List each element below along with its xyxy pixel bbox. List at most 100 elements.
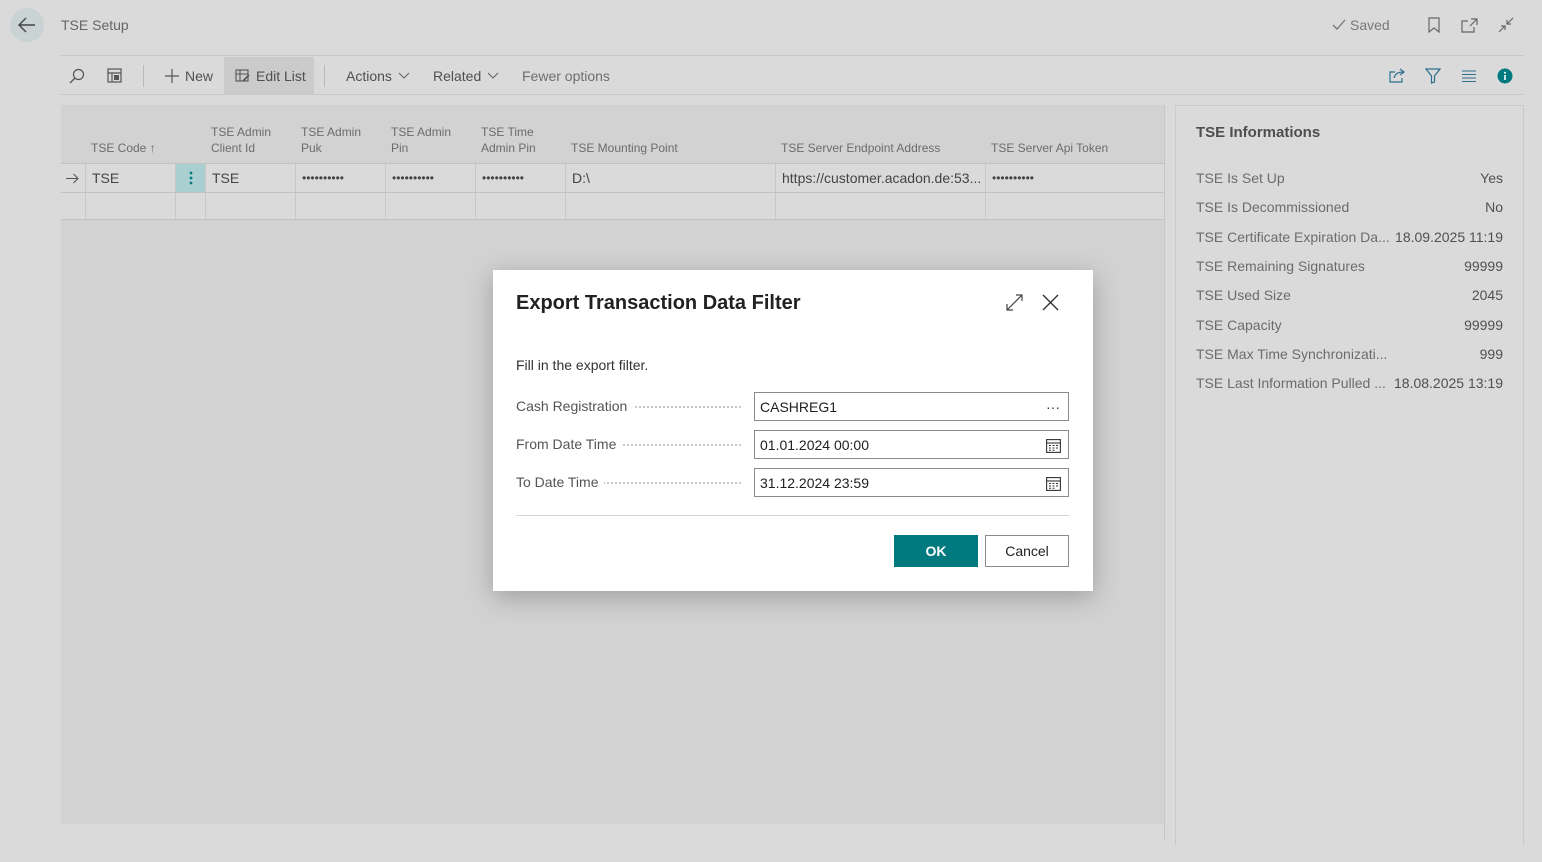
table-row[interactable]: TSE TSE •••••••••• •••••••••• ••••••••••…: [61, 163, 1164, 192]
page-title: TSE Setup: [61, 17, 129, 33]
close-dialog-button[interactable]: [1038, 290, 1062, 314]
cash-registration-input[interactable]: CASHREG1 ···: [754, 392, 1069, 421]
chevron-down-icon: [487, 72, 499, 79]
bookmark-icon: [1428, 17, 1440, 33]
close-icon: [1042, 294, 1058, 310]
fewer-options-label: Fewer options: [522, 67, 610, 84]
column-header-admin-pin[interactable]: TSE Admin Pin: [391, 124, 451, 156]
header-divider: [61, 55, 1524, 56]
list-divider: [1164, 105, 1165, 840]
factbox-item: TSE Certificate Expiration Da... 18.09.2…: [1196, 229, 1503, 245]
factbox-item: TSE Is Decommissioned No: [1196, 199, 1503, 215]
info-button[interactable]: [1497, 57, 1517, 94]
column-header-mounting-point[interactable]: TSE Mounting Point: [571, 140, 678, 156]
cell-empty[interactable]: [296, 193, 386, 219]
collapse-icon: [1498, 17, 1514, 33]
open-new-window-button[interactable]: [1459, 15, 1479, 35]
checkmark-icon: [1332, 19, 1346, 30]
info-icon: [1497, 68, 1513, 83]
open-in-new-window-icon: [1460, 17, 1478, 33]
cell-empty: [176, 193, 206, 219]
actions-label: Actions: [346, 67, 392, 84]
field-from-date-time: From Date Time 01.01.2024 00:00: [516, 430, 1069, 459]
row-indicator: [61, 193, 86, 219]
column-header-endpoint-address[interactable]: TSE Server Endpoint Address: [781, 140, 940, 156]
row-actions-button[interactable]: [176, 164, 206, 192]
action-bar-divider: [61, 94, 1524, 95]
show-table-button[interactable]: [107, 57, 127, 94]
cell-endpoint-address[interactable]: https://customer.acadon.de:53...: [776, 164, 986, 192]
more-horizontal-icon: ···: [1046, 399, 1060, 415]
calendar-button[interactable]: [1044, 436, 1062, 454]
cell-empty[interactable]: [476, 193, 566, 219]
dialog-divider: [516, 515, 1069, 516]
search-button[interactable]: [69, 57, 89, 94]
related-label: Related: [433, 67, 482, 84]
filter-icon: [1425, 67, 1441, 84]
lookup-button[interactable]: ···: [1044, 398, 1062, 416]
related-menu[interactable]: Related: [433, 57, 499, 94]
cell-empty[interactable]: [566, 193, 776, 219]
new-label: New: [185, 67, 214, 84]
cell-empty[interactable]: [206, 193, 296, 219]
arrow-right-icon: [66, 173, 79, 183]
filter-button[interactable]: [1425, 57, 1445, 94]
cell-tse-code[interactable]: TSE: [86, 164, 176, 192]
edit-list-button[interactable]: Edit List: [224, 57, 314, 94]
to-date-time-input[interactable]: 31.12.2024 23:59: [754, 468, 1069, 497]
export-filter-dialog: Export Transaction Data Filter Fill in t…: [493, 270, 1093, 591]
calendar-button[interactable]: [1044, 474, 1062, 492]
share-button[interactable]: [1389, 57, 1409, 94]
action-bar-separator: [143, 65, 144, 87]
dialog-title: Export Transaction Data Filter: [516, 292, 801, 314]
dialog-instruction: Fill in the export filter.: [516, 357, 649, 373]
bookmark-button[interactable]: [1424, 15, 1444, 35]
edit-list-icon: [235, 69, 250, 82]
table-icon: [107, 68, 122, 83]
back-button[interactable]: [10, 8, 44, 42]
cell-empty[interactable]: [86, 193, 176, 219]
factbox-item: TSE Remaining Signatures 99999: [1196, 258, 1503, 274]
column-header-api-token[interactable]: TSE Server Api Token: [991, 140, 1108, 156]
field-label: Cash Registration: [516, 398, 634, 414]
from-date-time-input[interactable]: 01.01.2024 00:00: [754, 430, 1069, 459]
calendar-icon: [1045, 476, 1061, 491]
factbox-item: TSE Used Size 2045: [1196, 287, 1503, 303]
ok-button[interactable]: OK: [894, 535, 978, 567]
expand-dialog-button[interactable]: [1002, 290, 1026, 314]
column-header-admin-puk[interactable]: TSE Admin Puk: [301, 124, 361, 156]
table-row-empty[interactable]: [61, 192, 1164, 220]
fewer-options-button[interactable]: Fewer options: [522, 57, 610, 94]
cell-mounting-point[interactable]: D:\: [566, 164, 776, 192]
cell-admin-pin[interactable]: ••••••••••: [386, 164, 476, 192]
cell-admin-puk[interactable]: ••••••••••: [296, 164, 386, 192]
cell-empty[interactable]: [776, 193, 986, 219]
cell-empty[interactable]: [986, 193, 1164, 219]
cell-api-token[interactable]: ••••••••••: [986, 164, 1164, 192]
list-icon: [1462, 69, 1476, 82]
factbox-tse-informations: TSE Informations TSE Is Set Up Yes TSE I…: [1175, 105, 1524, 845]
cell-empty[interactable]: [386, 193, 476, 219]
search-icon: [69, 68, 85, 83]
collapse-button[interactable]: [1496, 15, 1516, 35]
expand-icon: [1005, 293, 1023, 311]
cell-time-admin-pin[interactable]: ••••••••••: [476, 164, 566, 192]
new-button[interactable]: New: [165, 57, 213, 94]
cancel-button[interactable]: Cancel: [985, 535, 1069, 567]
column-header-admin-client-id[interactable]: TSE Admin Client Id: [211, 124, 271, 156]
cell-admin-client-id[interactable]: TSE: [206, 164, 296, 192]
action-bar-separator: [324, 65, 325, 87]
list-view-button[interactable]: [1461, 57, 1481, 94]
factbox-item: TSE Capacity 99999: [1196, 317, 1503, 333]
column-header-time-admin-pin[interactable]: TSE Time Admin Pin: [481, 124, 536, 156]
field-cash-registration: Cash Registration CASHREG1 ···: [516, 392, 1069, 421]
actions-menu[interactable]: Actions: [346, 57, 410, 94]
factbox-title: TSE Informations: [1196, 124, 1321, 141]
arrow-left-icon: [18, 17, 35, 33]
chevron-down-icon: [398, 72, 410, 79]
more-vertical-icon: [189, 171, 192, 185]
field-label: From Date Time: [516, 436, 623, 452]
edit-list-label: Edit List: [256, 67, 306, 84]
field-to-date-time: To Date Time 31.12.2024 23:59: [516, 468, 1069, 497]
column-header-tse-code[interactable]: TSE Code ↑: [91, 140, 156, 156]
